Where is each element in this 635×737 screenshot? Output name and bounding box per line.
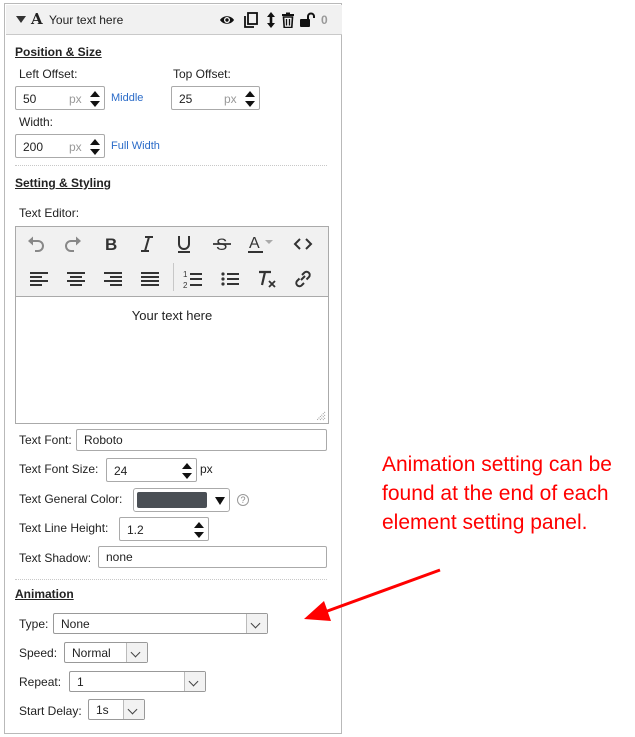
animation-repeat-label: Repeat: <box>19 675 62 689</box>
panel-header[interactable]: A Your text here 0 <box>6 5 342 35</box>
undo-icon[interactable] <box>23 232 49 256</box>
font-color-icon[interactable]: A <box>246 232 276 256</box>
redo-icon[interactable] <box>60 232 86 256</box>
font-size-unit: px <box>200 462 213 476</box>
annotation-text: Animation setting can be found at the en… <box>382 453 612 534</box>
chevron-down-icon[interactable] <box>246 614 267 633</box>
code-icon[interactable] <box>290 232 316 256</box>
unordered-list-icon[interactable] <box>217 267 243 291</box>
svg-text:1: 1 <box>183 270 188 279</box>
align-left-icon[interactable] <box>26 267 52 291</box>
text-editor-label: Text Editor: <box>19 206 80 220</box>
width-label: Width: <box>19 115 54 129</box>
width-field[interactable]: 200 px <box>15 134 105 158</box>
position-size-title: Position & Size <box>15 45 102 59</box>
unlock-icon[interactable] <box>299 12 315 28</box>
text-font-input[interactable]: Roboto <box>76 429 327 451</box>
chevron-down-icon[interactable] <box>126 643 147 662</box>
chevron-down-icon[interactable] <box>16 16 26 23</box>
align-justify-icon[interactable] <box>137 267 163 291</box>
svg-text:B: B <box>105 235 117 254</box>
line-height-spinner[interactable] <box>194 519 204 541</box>
section-divider <box>15 579 327 580</box>
align-right-icon[interactable] <box>100 267 126 291</box>
eye-icon[interactable] <box>219 12 235 28</box>
top-offset-field[interactable]: 25 px <box>171 86 260 110</box>
toolbar-separator <box>173 263 174 291</box>
animation-start-delay-label: Start Delay: <box>19 704 82 718</box>
caret-down-icon[interactable] <box>215 497 225 505</box>
text-shadow-input[interactable]: none <box>98 546 327 568</box>
color-swatch[interactable] <box>137 492 207 508</box>
text-font-size-label: Text Font Size: <box>19 462 99 476</box>
text-font-label: Text Font: <box>19 433 72 447</box>
animation-type-label: Type: <box>19 617 49 631</box>
annotation-arrow-icon <box>304 568 441 621</box>
strikethrough-icon[interactable]: S <box>209 232 235 256</box>
align-center-icon[interactable] <box>63 267 89 291</box>
move-vertical-icon[interactable] <box>263 12 279 28</box>
top-offset-label: Top Offset: <box>173 67 231 81</box>
element-title: Your text here <box>49 13 124 27</box>
left-offset-field[interactable]: 50 px <box>15 86 105 110</box>
text-type-icon: A <box>31 10 43 28</box>
top-offset-spinner[interactable] <box>245 88 255 110</box>
animation-speed-label: Speed: <box>19 646 58 660</box>
svg-text:2: 2 <box>183 281 188 290</box>
middle-link[interactable]: Middle <box>111 92 143 104</box>
animation-start-delay-select[interactable]: 1s <box>88 699 145 720</box>
underline-icon[interactable] <box>171 232 197 256</box>
animation-type-select[interactable]: None <box>53 613 268 634</box>
text-color-picker[interactable] <box>133 488 230 512</box>
element-settings-panel: A Your text here 0 Position & Size Left … <box>4 3 342 734</box>
text-general-color-label: Text General Color: <box>19 492 123 506</box>
chevron-down-icon[interactable] <box>123 700 144 719</box>
font-size-spinner[interactable] <box>182 460 192 482</box>
copy-icon[interactable] <box>243 12 259 28</box>
svg-text:A: A <box>249 235 260 252</box>
text-line-height-field[interactable]: 1.2 <box>119 517 209 541</box>
full-width-link[interactable]: Full Width <box>111 140 160 152</box>
animation-title: Animation <box>15 587 74 601</box>
bold-icon[interactable]: B <box>97 232 123 256</box>
editor-content-area[interactable]: Your text here <box>16 298 328 423</box>
text-line-height-label: Text Line Height: <box>19 521 109 535</box>
editor-toolbar: B S A 1 2 <box>16 227 328 297</box>
animation-repeat-select[interactable]: 1 <box>69 671 206 692</box>
editor-text[interactable]: Your text here <box>16 298 328 323</box>
chevron-down-icon[interactable] <box>184 672 205 691</box>
left-offset-label: Left Offset: <box>19 67 78 81</box>
section-divider <box>15 165 327 166</box>
text-shadow-label: Text Shadow: <box>19 551 92 565</box>
text-font-size-field[interactable]: 24 <box>106 458 197 482</box>
link-icon[interactable] <box>290 267 316 291</box>
animation-speed-select[interactable]: Normal <box>64 642 148 663</box>
width-spinner[interactable] <box>90 136 100 158</box>
italic-icon[interactable] <box>134 232 160 256</box>
ordered-list-icon[interactable]: 1 2 <box>180 267 206 291</box>
setting-styling-title: Setting & Styling <box>15 176 111 190</box>
text-editor: B S A 1 2 Your text here <box>15 226 329 424</box>
layer-count: 0 <box>321 13 328 27</box>
help-icon[interactable]: ? <box>237 494 249 506</box>
clear-format-icon[interactable] <box>254 267 280 291</box>
resize-grip-icon[interactable] <box>316 411 326 421</box>
left-offset-spinner[interactable] <box>90 88 100 110</box>
trash-icon[interactable] <box>280 12 296 28</box>
